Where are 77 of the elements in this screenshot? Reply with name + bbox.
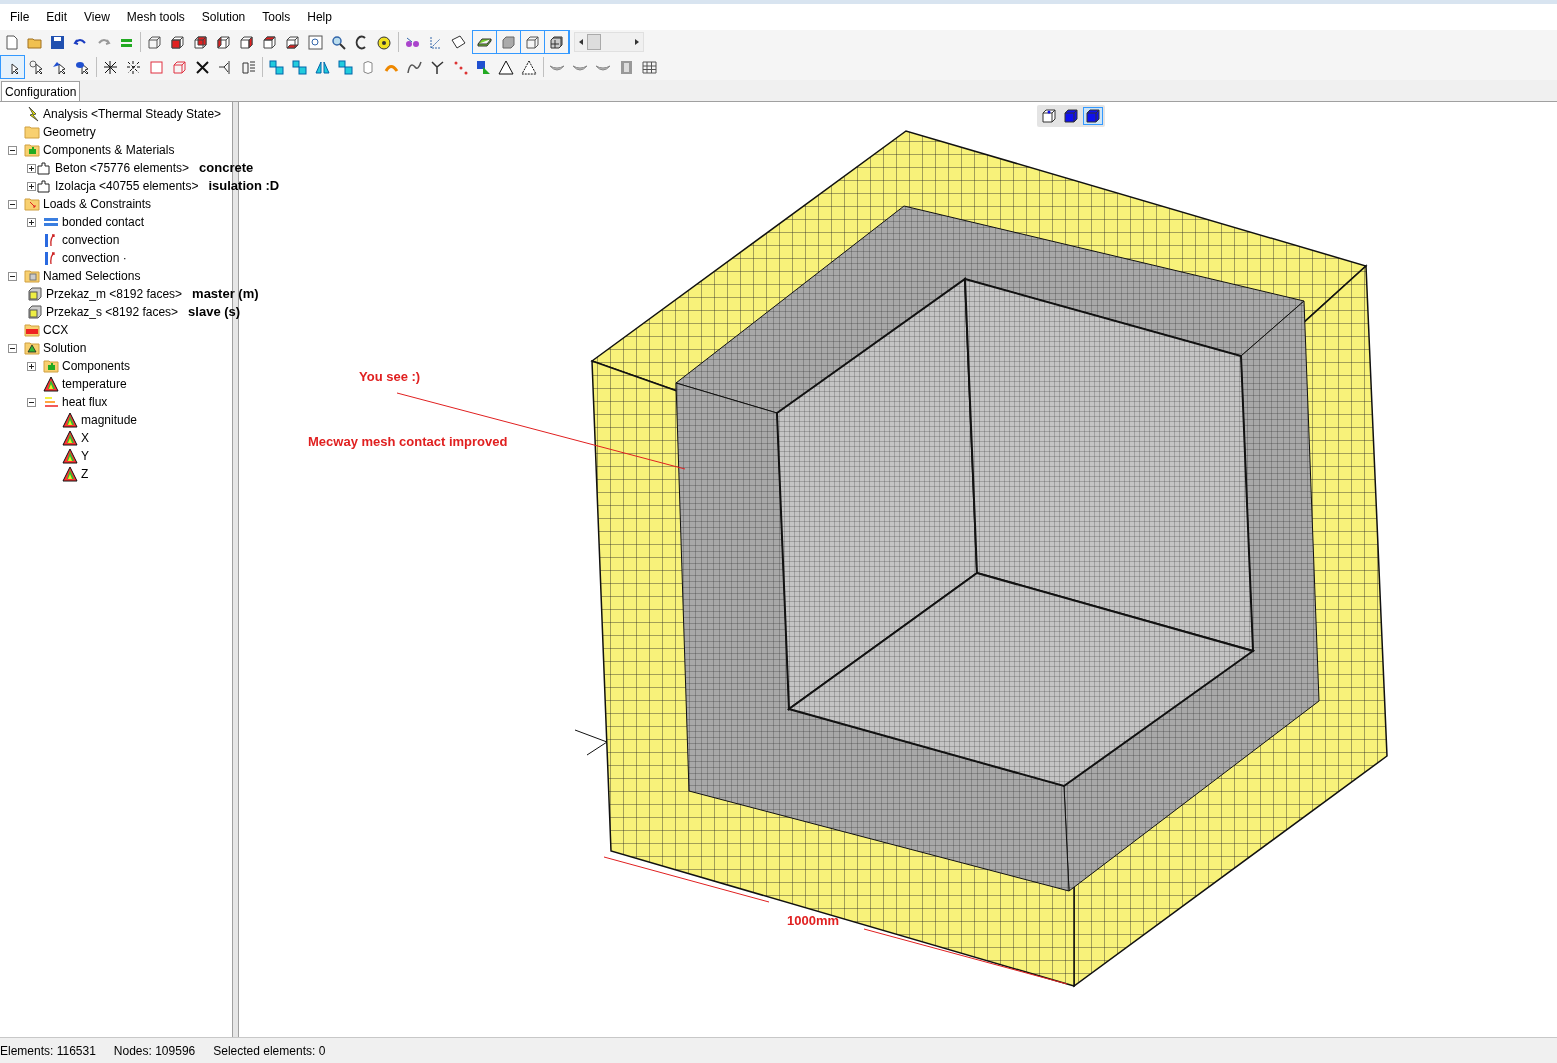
scroll-thumb[interactable]: [587, 34, 601, 50]
plus-icon: [28, 218, 35, 226]
puzzle-folder-icon: [43, 358, 59, 374]
contour-triangle-icon: [62, 466, 78, 482]
annotation-text: You see :): [359, 368, 421, 386]
status-text: Elements: 116531: [0, 1042, 96, 1060]
expand-toggle[interactable]: [27, 361, 36, 371]
scroll-left-icon[interactable]: [577, 38, 585, 46]
expand-toggle[interactable]: [27, 217, 36, 227]
tree-item[interactable]: Z: [81, 465, 89, 483]
menu-item[interactable]: Mesh tools: [119, 6, 192, 28]
cube-faces-icon: [27, 304, 43, 320]
plus-icon: [28, 164, 35, 172]
puzzle-folder-icon: [24, 142, 40, 158]
axis-triad-icon: [574, 729, 608, 756]
tree-item[interactable]: Named Selections: [43, 267, 141, 285]
collapse-toggle[interactable]: [8, 271, 17, 281]
arrows-icon: [43, 394, 59, 410]
annotation-note: isulation :D: [208, 177, 280, 196]
tree-item[interactable]: Beton <75776 elements>: [55, 159, 190, 177]
contour-triangle-icon: [62, 430, 78, 446]
plus-icon: [28, 362, 35, 370]
tree-item[interactable]: Przekaz_s <8192 faces>: [46, 303, 179, 321]
puzzle-icon: [36, 160, 52, 176]
annotation-text: 1000mm: [787, 912, 840, 930]
view-cube-button[interactable]: [1039, 107, 1059, 125]
cube-faces-icon: [27, 286, 43, 302]
collapse-toggle[interactable]: [27, 397, 36, 407]
annotation-note: master (m): [192, 285, 259, 304]
tree-item[interactable]: X: [81, 429, 89, 447]
tree-item[interactable]: temperature: [62, 375, 127, 393]
grid-folder-icon: [24, 268, 40, 284]
plus-icon: [28, 182, 35, 190]
tree-item[interactable]: Analysis <Thermal Steady State>: [43, 105, 222, 123]
menu-item[interactable]: Help: [300, 6, 339, 28]
annotation-text: Mecway mesh contact improved: [308, 433, 508, 451]
contour-triangle-icon: [62, 448, 78, 464]
collapse-toggle[interactable]: [8, 199, 17, 209]
status-text: Nodes: 109596: [113, 1042, 196, 1060]
expand-toggle[interactable]: [27, 163, 36, 173]
view-cube-button[interactable]: [1061, 107, 1081, 125]
tree-item[interactable]: convection ·: [62, 249, 127, 267]
contour-triangle-icon: [43, 376, 59, 392]
view-cube-button[interactable]: [1083, 107, 1103, 125]
status-text: Selected elements: 0: [213, 1042, 326, 1060]
expand-toggle[interactable]: [27, 181, 36, 191]
menu-item[interactable]: View: [77, 6, 117, 28]
tree-item[interactable]: Components: [62, 357, 131, 375]
tree-item[interactable]: Components & Materials: [43, 141, 175, 159]
tree-item[interactable]: magnitude: [81, 411, 138, 429]
tree-item[interactable]: heat flux: [62, 393, 108, 411]
annotation-note: concrete: [199, 159, 254, 178]
loads-folder-icon: [24, 196, 40, 212]
menu-item[interactable]: Tools: [255, 6, 298, 28]
tree-item[interactable]: Przekaz_m <8192 faces>: [46, 285, 183, 303]
menu-item[interactable]: Solution: [194, 6, 253, 28]
tree-item[interactable]: bonded contact: [62, 213, 145, 231]
contour-triangle-icon: [62, 412, 78, 428]
tree-item[interactable]: Izolacja <40755 elements>: [55, 177, 199, 195]
tree-item[interactable]: Loads & Constraints: [43, 195, 152, 213]
ccx-folder-icon: [24, 322, 40, 338]
menu-item[interactable]: Edit: [39, 6, 75, 28]
collapse-toggle[interactable]: [8, 145, 17, 155]
puzzle-icon: [36, 178, 52, 194]
annotation-note: slave (s): [188, 303, 241, 322]
menu-item[interactable]: File: [3, 6, 37, 28]
scroll-right-icon[interactable]: [633, 38, 641, 46]
tree-item[interactable]: Solution: [43, 339, 87, 357]
panel-tab[interactable]: Configuration: [1, 81, 81, 101]
tree-item[interactable]: Geometry: [43, 123, 96, 141]
tree-item[interactable]: CCX: [43, 321, 69, 339]
collapse-toggle[interactable]: [8, 343, 17, 353]
triangle-folder-icon: [24, 340, 40, 356]
tree-item[interactable]: convection: [62, 231, 120, 249]
scrollbar[interactable]: [574, 32, 644, 52]
tree-item[interactable]: Y: [81, 447, 89, 465]
folder-icon: [24, 124, 40, 140]
